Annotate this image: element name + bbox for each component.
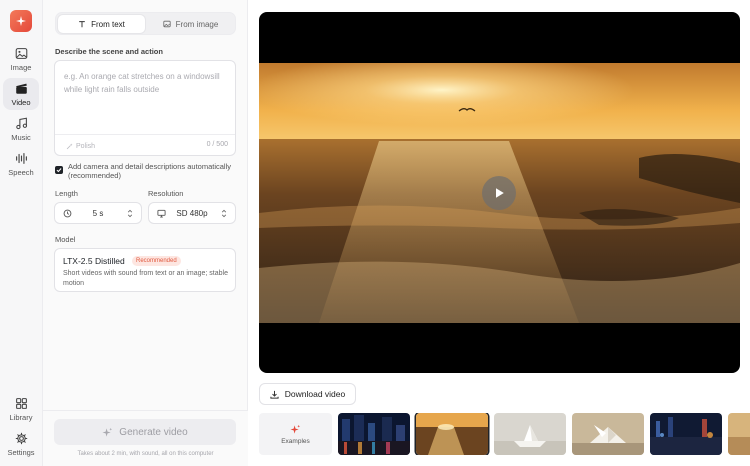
example-thumbnail-selected[interactable] <box>416 413 488 455</box>
auto-describe-checkbox[interactable] <box>55 166 63 174</box>
generate-footer: Generate video Takes about 2 min, with s… <box>43 410 248 466</box>
divider <box>55 134 235 135</box>
nav-item-label: Music <box>11 132 31 142</box>
prompt-placeholder: e.g. An orange cat stretches on a window… <box>64 72 220 94</box>
length-label: Length <box>55 189 78 198</box>
examples-label: Examples <box>281 437 310 445</box>
nav-item-speech[interactable]: Speech <box>3 148 39 180</box>
nav-rail: Image Video Music Speech Library Setting… <box>0 0 43 466</box>
thumbnail-image-paper-crane <box>572 413 644 455</box>
generate-video-button[interactable]: Generate video <box>54 419 236 445</box>
generation-panel: From text From image Describe the scene … <box>43 0 248 466</box>
video-player[interactable] <box>259 12 740 373</box>
tab-label: From text <box>91 19 125 29</box>
tab-from-text[interactable]: From text <box>58 15 145 33</box>
music-note-icon <box>15 117 27 129</box>
image-icon <box>15 47 27 59</box>
examples-strip: Examples <box>259 413 750 455</box>
nav-item-label: Settings <box>7 447 35 457</box>
nav-item-music[interactable]: Music <box>3 113 39 145</box>
example-thumbnail[interactable] <box>650 413 722 455</box>
thumbnail-image-rainy-street <box>650 413 722 455</box>
thumbnail-image-night-city <box>338 413 410 455</box>
mode-segmented-control: From text From image <box>55 12 236 35</box>
nav-item-video[interactable]: Video <box>3 78 39 110</box>
recommended-badge: Recommended <box>132 256 181 266</box>
model-selector-card[interactable]: LTX-2.5 Distilled Recommended Short vide… <box>54 248 236 292</box>
examples-button[interactable]: Examples <box>259 413 332 455</box>
nav-item-image[interactable]: Image <box>3 43 39 75</box>
generate-label: Generate video <box>119 426 188 438</box>
resolution-select[interactable]: SD 480p <box>148 202 236 224</box>
thumbnail-image-desert <box>728 413 750 455</box>
character-counter: 0 / 500 <box>206 141 228 148</box>
nav-item-label: Image <box>10 62 32 72</box>
gear-icon <box>15 432 27 444</box>
play-icon <box>496 188 504 198</box>
prompt-label: Describe the scene and action <box>55 47 163 56</box>
nav-item-label: Video <box>11 97 31 107</box>
grid-icon <box>15 397 27 409</box>
download-label: Download video <box>284 389 346 399</box>
waveform-icon <box>15 152 27 164</box>
sparkle-icon <box>102 427 113 437</box>
nav-item-label: Library <box>9 412 33 422</box>
tab-from-image[interactable]: From image <box>147 15 234 33</box>
auto-describe-label: Add camera and detail descriptions autom… <box>68 162 232 180</box>
nav-item-settings[interactable]: Settings <box>3 428 39 460</box>
download-video-button[interactable]: Download video <box>259 383 356 405</box>
length-select[interactable]: 5 s <box>54 202 142 224</box>
tab-label: From image <box>175 19 219 29</box>
video-clapper-icon <box>15 83 27 94</box>
sparkle-icon <box>290 424 301 434</box>
image-icon <box>163 20 171 28</box>
example-thumbnail[interactable] <box>572 413 644 455</box>
chevron-up-down-icon <box>127 209 133 218</box>
resolution-label: Resolution <box>148 189 184 198</box>
app-logo-sparkle-icon <box>10 10 32 32</box>
model-name: LTX-2.5 Distilled <box>63 256 125 266</box>
checkmark-icon <box>56 168 62 173</box>
play-button[interactable] <box>482 176 516 210</box>
model-label: Model <box>55 235 76 244</box>
thumbnail-image-sunset-sea <box>416 413 488 455</box>
download-icon <box>270 390 279 399</box>
model-description: Short videos with sound from text or an … <box>63 270 228 287</box>
polish-label: Polish <box>76 142 96 150</box>
example-thumbnail-partial[interactable] <box>728 413 750 455</box>
nav-item-label: Speech <box>8 167 34 177</box>
generate-note: Takes about 2 min, with sound, all on th… <box>77 451 214 457</box>
nav-item-library[interactable]: Library <box>3 393 39 425</box>
prompt-input[interactable]: e.g. An orange cat stretches on a window… <box>54 60 236 156</box>
example-thumbnail[interactable] <box>494 413 566 455</box>
magic-wand-icon <box>66 143 73 149</box>
example-thumbnail[interactable] <box>338 413 410 455</box>
chevron-up-down-icon <box>221 209 227 218</box>
text-icon <box>79 21 85 28</box>
thumbnail-image-paper-boat <box>494 413 566 455</box>
polish-button[interactable]: Polish <box>61 139 100 153</box>
